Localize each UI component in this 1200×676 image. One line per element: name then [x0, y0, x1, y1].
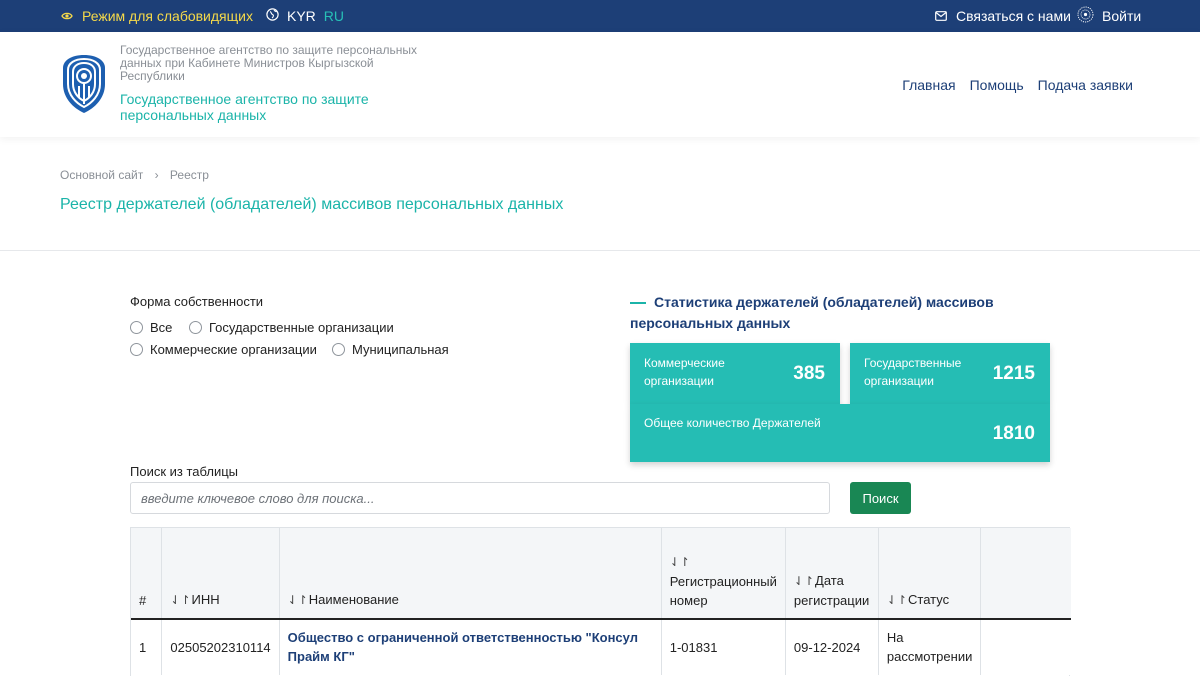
sort-icon[interactable]: ⇃↾ [288, 593, 308, 607]
nav-item-submit-application[interactable]: Подача заявки [1038, 77, 1133, 93]
agency-shield-logo[interactable] [60, 54, 108, 114]
column-header-label: Наименование [308, 592, 399, 607]
agency-full-name: Государственное агентство по защите перс… [120, 43, 417, 83]
breadcrumb: Основной сайт › Реестр [60, 168, 209, 182]
radio-option-commercial-organizations[interactable]: Коммерческие организации [130, 342, 317, 357]
page-title: Реестр держателей (обладателей) массивов… [60, 196, 564, 213]
breadcrumb-separator: › [154, 168, 159, 182]
breadcrumb-item-main-site[interactable]: Основной сайт [60, 168, 143, 182]
cell-inn: 02505202310114 [161, 619, 280, 675]
cell-number: 1 [131, 619, 163, 675]
column-header-name[interactable]: ⇃↾Наименование [279, 528, 662, 620]
title-dash-decoration [630, 302, 646, 305]
radio-option-state-organizations[interactable]: Государственные организации [189, 320, 394, 335]
accessibility-mode-label: Режим для слабовидящих [82, 8, 253, 24]
stats-title-text: Статистика держателей (обладателей) масс… [630, 294, 994, 331]
cell-status: На рассмотрении [878, 619, 982, 675]
table-search-label: Поиск из таблицы [130, 464, 239, 479]
stats-card-total: Общее количество Держателей 1810 [630, 404, 1050, 462]
cell-registration-date: 09-12-2024 [785, 619, 879, 675]
breadcrumb-item-registry: Реестр [169, 168, 209, 182]
column-header-registration-number[interactable]: ⇃↾ Регистрационный номер [661, 528, 786, 620]
table-row[interactable]: 1 02505202310114 Общество с ограниченной… [131, 619, 1071, 675]
column-header-extra [980, 528, 1071, 620]
column-header-number: # [131, 528, 163, 620]
search-button[interactable]: Поиск [850, 482, 911, 514]
table-header-row: # ⇃↾ИНН ⇃↾Наименование ⇃↾ Регистрационный… [131, 528, 1071, 620]
contact-us-label: Связаться с нами [956, 8, 1071, 24]
radio-circle[interactable] [130, 343, 143, 356]
sort-icon[interactable]: ⇃↾ [670, 555, 690, 569]
login-link[interactable]: Войти [1077, 0, 1141, 32]
sort-icon[interactable]: ⇃↾ [887, 593, 907, 607]
ownership-filter-label: Форма собственности [130, 294, 264, 309]
column-header-inn[interactable]: ⇃↾ИНН [161, 528, 280, 620]
stats-card-commercial: Коммерческие организации 385 [630, 343, 840, 404]
nav-item-home[interactable]: Главная [902, 77, 955, 93]
stats-card-value: 1215 [992, 363, 1035, 384]
column-header-registration-date[interactable]: ⇃↾Дата регистрации [785, 528, 879, 620]
table-search-input[interactable] [130, 482, 830, 514]
main-nav: Главная Помощь Подача заявки [902, 77, 1133, 93]
stats-title: Статистика держателей (обладателей) масс… [630, 292, 1010, 334]
envelope-icon [935, 8, 947, 24]
radio-option-label: Коммерческие организации [150, 342, 317, 357]
globe-login-icon [1077, 6, 1094, 26]
language-ru-link[interactable]: RU [324, 8, 344, 24]
globe-icon [266, 8, 279, 24]
sort-icon[interactable]: ⇃↾ [794, 574, 814, 588]
registry-table-wrapper: # ⇃↾ИНН ⇃↾Наименование ⇃↾ Регистрационный… [130, 527, 1071, 676]
stats-card-label: Государственные организации [864, 356, 962, 388]
eye-icon [61, 8, 73, 24]
radio-option-label: Муниципальная [352, 342, 449, 357]
radio-circle[interactable] [189, 321, 202, 334]
radio-option-label: Государственные организации [209, 320, 394, 335]
stats-card-label: Общее количество Держателей [644, 416, 821, 430]
column-header-label: # [139, 593, 147, 608]
login-label: Войти [1102, 8, 1142, 24]
cell-extra [980, 619, 1071, 675]
column-header-label: Регистрационный номер [669, 574, 777, 608]
radio-option-municipal[interactable]: Муниципальная [332, 342, 449, 357]
language-kyr-link[interactable]: KYR [287, 8, 316, 24]
cell-name[interactable]: Общество с ограниченной ответственностью… [279, 619, 662, 675]
title-section: Основной сайт › Реестр Реестр держателей… [0, 137, 1200, 251]
contact-us-link[interactable]: Связаться с нами [935, 0, 1071, 32]
column-header-label: Статус [908, 592, 950, 607]
cell-registration-number: 1-01831 [661, 619, 786, 675]
column-header-label: ИНН [191, 592, 220, 607]
radio-option-all[interactable]: Все [130, 320, 172, 335]
stats-card-value: 385 [793, 363, 825, 384]
radio-circle[interactable] [332, 343, 345, 356]
agency-short-name[interactable]: Государственное агентство по защите перс… [120, 91, 410, 123]
language-switcher: KYR RU [266, 0, 344, 32]
accessibility-mode-link[interactable]: Режим для слабовидящих [61, 0, 253, 32]
radio-option-label: Все [150, 320, 173, 335]
nav-item-help[interactable]: Помощь [970, 77, 1024, 93]
column-header-status[interactable]: ⇃↾Статус [878, 528, 982, 620]
site-header: Государственное агентство по защите перс… [0, 32, 1200, 137]
stats-card-label: Коммерческие организации [644, 356, 725, 388]
top-bar: Режим для слабовидящих KYR RU Связаться … [0, 0, 1200, 32]
registry-table: # ⇃↾ИНН ⇃↾Наименование ⇃↾ Регистрационный… [131, 528, 1071, 675]
stats-card-state: Государственные организации 1215 [850, 343, 1050, 404]
sort-icon[interactable]: ⇃↾ [170, 593, 190, 607]
radio-circle[interactable] [130, 321, 143, 334]
stats-card-value: 1810 [992, 423, 1035, 444]
